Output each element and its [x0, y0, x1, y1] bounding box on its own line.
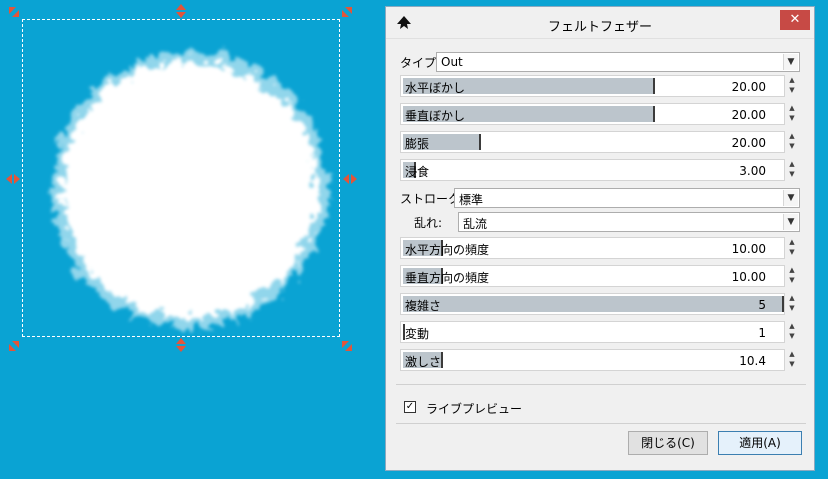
type-row: タイプ: Out ▼: [400, 51, 800, 73]
slider-label: 膨張: [405, 137, 430, 151]
resize-handle-icon[interactable]: [175, 338, 187, 352]
slider-track[interactable]: 垂直ぼかし 20.00: [400, 103, 785, 125]
slider-value[interactable]: 3.00: [739, 164, 766, 178]
spin-up-icon[interactable]: ▲: [787, 103, 797, 113]
slider-value[interactable]: 20.00: [732, 136, 766, 150]
stroke-row: ストローク: 標準 ▼: [400, 187, 800, 209]
slider-row[interactable]: 水平方向の頻度 10.00 ▲ ▼: [400, 237, 799, 259]
turbulence-row: 乱れ: 乱流 ▼: [400, 211, 800, 233]
spin-down-icon[interactable]: ▼: [787, 141, 797, 151]
slider-track[interactable]: 激しさ 10.4: [400, 349, 785, 371]
resize-handle-icon[interactable]: [6, 173, 20, 185]
slider-value[interactable]: 10.00: [732, 242, 766, 256]
felt-feather-dialog: フェルトフェザー ✕ タイプ: Out ▼ ストローク: 標準 ▼ 乱れ: 乱流…: [385, 6, 815, 471]
slider-track[interactable]: 変動 1: [400, 321, 785, 343]
separator: [396, 384, 806, 385]
turbulence-select[interactable]: 乱流 ▼: [458, 212, 800, 232]
resize-handle-icon[interactable]: [341, 6, 353, 18]
dropdown-arrow-icon: ▼: [783, 214, 798, 230]
type-select[interactable]: Out ▼: [436, 52, 800, 72]
spin-buttons[interactable]: ▲ ▼: [787, 75, 797, 97]
spin-up-icon[interactable]: ▲: [787, 159, 797, 169]
slider-row[interactable]: 垂直方向の頻度 10.00 ▲ ▼: [400, 265, 799, 287]
spin-up-icon[interactable]: ▲: [787, 349, 797, 359]
slider-value[interactable]: 10.4: [739, 354, 766, 368]
spin-buttons[interactable]: ▲ ▼: [787, 103, 797, 125]
slider-label: 激しさ: [405, 355, 442, 369]
slider-row[interactable]: 変動 1 ▲ ▼: [400, 321, 799, 343]
stroke-value: 標準: [459, 193, 484, 207]
slider-track[interactable]: 複雑さ 5: [400, 293, 785, 315]
spin-buttons[interactable]: ▲ ▼: [787, 293, 797, 315]
slider-fill: [403, 296, 784, 312]
spin-down-icon[interactable]: ▼: [787, 113, 797, 123]
separator: [396, 423, 806, 424]
slider-track[interactable]: 水平方向の頻度 10.00: [400, 237, 785, 259]
title-bar[interactable]: フェルトフェザー ✕: [386, 7, 814, 39]
spin-down-icon[interactable]: ▼: [787, 303, 797, 313]
spin-up-icon[interactable]: ▲: [787, 321, 797, 331]
spin-down-icon[interactable]: ▼: [787, 85, 797, 95]
spin-buttons[interactable]: ▲ ▼: [787, 131, 797, 153]
apply-button[interactable]: 適用(A): [718, 431, 802, 455]
stroke-select[interactable]: 標準 ▼: [454, 188, 800, 208]
slider-label: 水平ぼかし: [405, 81, 466, 95]
spin-down-icon[interactable]: ▼: [787, 247, 797, 257]
spin-buttons[interactable]: ▲ ▼: [787, 349, 797, 371]
spin-down-icon[interactable]: ▼: [787, 275, 797, 285]
close-icon[interactable]: ✕: [780, 10, 810, 30]
turbulence-value: 乱流: [463, 217, 488, 231]
spin-up-icon[interactable]: ▲: [787, 131, 797, 141]
slider-value[interactable]: 1: [758, 326, 766, 340]
turbulence-label: 乱れ:: [414, 216, 443, 230]
slider-label: 垂直ぼかし: [405, 109, 466, 123]
spin-buttons[interactable]: ▲ ▼: [787, 321, 797, 343]
type-value: Out: [441, 55, 463, 69]
checkmark-icon[interactable]: ✓: [404, 401, 416, 413]
close-button[interactable]: 閉じる(C): [628, 431, 708, 455]
slider-value[interactable]: 20.00: [732, 108, 766, 122]
live-preview-label: ライブプレビュー: [426, 402, 523, 416]
slider-row[interactable]: 垂直ぼかし 20.00 ▲ ▼: [400, 103, 799, 125]
dialog-title: フェルトフェザー: [547, 20, 652, 35]
canvas-area[interactable]: [0, 0, 385, 479]
slider-track[interactable]: 浸食 3.00: [400, 159, 785, 181]
spin-down-icon[interactable]: ▼: [787, 331, 797, 341]
spin-up-icon[interactable]: ▲: [787, 75, 797, 85]
spin-up-icon[interactable]: ▲: [787, 265, 797, 275]
slider-label: 水平方向の頻度: [405, 243, 490, 257]
slider-row[interactable]: 水平ぼかし 20.00 ▲ ▼: [400, 75, 799, 97]
resize-handle-icon[interactable]: [175, 4, 187, 18]
slider-value[interactable]: 5: [758, 298, 766, 312]
slider-label: 変動: [405, 327, 430, 341]
slider-value[interactable]: 20.00: [732, 80, 766, 94]
slider-row[interactable]: 激しさ 10.4 ▲ ▼: [400, 349, 799, 371]
slider-track[interactable]: 膨張 20.00: [400, 131, 785, 153]
resize-handle-icon[interactable]: [343, 173, 357, 185]
resize-handle-icon[interactable]: [8, 340, 20, 352]
spin-buttons[interactable]: ▲ ▼: [787, 265, 797, 287]
spin-up-icon[interactable]: ▲: [787, 293, 797, 303]
slider-label: 複雑さ: [405, 299, 442, 313]
dropdown-arrow-icon: ▼: [783, 54, 798, 70]
slider-row[interactable]: 浸食 3.00 ▲ ▼: [400, 159, 799, 181]
type-label: タイプ:: [400, 56, 441, 70]
slider-track[interactable]: 水平ぼかし 20.00: [400, 75, 785, 97]
slider-label: 垂直方向の頻度: [405, 271, 490, 285]
spin-down-icon[interactable]: ▼: [787, 169, 797, 179]
resize-handle-icon[interactable]: [341, 340, 353, 352]
slider-row[interactable]: 複雑さ 5 ▲ ▼: [400, 293, 799, 315]
spin-up-icon[interactable]: ▲: [787, 237, 797, 247]
resize-handle-icon[interactable]: [8, 6, 20, 18]
slider-row[interactable]: 膨張 20.00 ▲ ▼: [400, 131, 799, 153]
slider-track[interactable]: 垂直方向の頻度 10.00: [400, 265, 785, 287]
selection-box[interactable]: [22, 19, 340, 337]
spin-down-icon[interactable]: ▼: [787, 359, 797, 369]
spin-buttons[interactable]: ▲ ▼: [787, 237, 797, 259]
slider-label: 浸食: [405, 165, 430, 179]
dropdown-arrow-icon: ▼: [783, 190, 798, 206]
slider-value[interactable]: 10.00: [732, 270, 766, 284]
spin-buttons[interactable]: ▲ ▼: [787, 159, 797, 181]
